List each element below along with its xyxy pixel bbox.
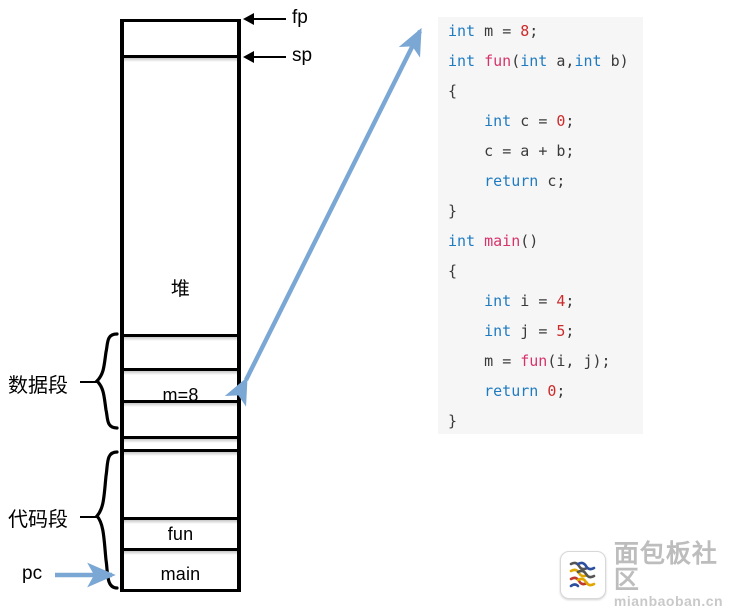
sp-arrow-line	[254, 56, 286, 58]
border-top-fp	[120, 19, 241, 22]
data-segment-tick	[80, 381, 98, 383]
fp-arrowhead	[243, 13, 254, 25]
code-main-cell: main	[160, 564, 201, 584]
diagram-canvas: 堆 m=8 fun main fp sp 数据段 代码段 pc int m = …	[0, 0, 742, 609]
code-line-10: int i = 4;	[484, 292, 575, 310]
code-line-2: int fun(int a,int b)	[448, 52, 629, 70]
fp-arrow-line	[254, 18, 286, 20]
data-segment-label: 数据段	[8, 373, 68, 397]
code-line-6: return c;	[484, 172, 566, 190]
shadow-data-row1	[120, 371, 241, 375]
code-line-4: int c = 0;	[484, 112, 575, 130]
shadow-heap-bottom	[120, 337, 241, 341]
code-line-8: int main()	[448, 232, 539, 250]
sp-arrowhead	[243, 51, 254, 63]
code-line-11: int j = 5;	[484, 322, 575, 340]
code-line-13: return 0;	[484, 382, 566, 400]
code-line-12: m = fun(i, j);	[484, 352, 611, 370]
shadow-gap	[120, 452, 241, 456]
code-line-14: }	[448, 412, 458, 430]
watermark-text: 面包板社区 mianbaoban.cn	[614, 541, 738, 609]
memory-column: 堆 m=8 fun main	[120, 19, 241, 592]
code-block: int m = 8; int fun(int a,int b) { int c …	[448, 16, 629, 436]
pc-label: pc	[22, 563, 43, 584]
watermark-name-cn: 面包板社区	[613, 539, 718, 594]
code-segment-tick	[80, 516, 98, 518]
data-variable-cell: m=8	[162, 385, 199, 405]
watermark: 面包板社区 mianbaoban.cn	[560, 541, 738, 609]
memory-column-right-border	[237, 19, 241, 592]
code-segment-label: 代码段	[8, 507, 68, 531]
watermark-name-en: mianbaoban.cn	[613, 593, 724, 609]
shadow-data-bottom	[120, 439, 241, 443]
code-line-5: c = a + b;	[484, 142, 575, 160]
code-line-7: }	[448, 202, 458, 220]
watermark-logo-icon	[560, 551, 606, 599]
code-line-1: int m = 8;	[448, 22, 539, 40]
memory-column-left-border	[120, 19, 124, 592]
sp-label: sp	[292, 45, 313, 66]
shadow-fun-bottom	[120, 551, 241, 555]
border-bottom	[120, 589, 241, 592]
heap-label: 堆	[170, 278, 191, 300]
code-line-9: {	[448, 262, 458, 280]
knot-logo-icon	[569, 561, 596, 588]
shadow-sp	[120, 58, 241, 62]
fp-label: fp	[292, 7, 308, 28]
code-line-3: {	[448, 82, 458, 100]
code-fun-cell: fun	[167, 524, 194, 544]
